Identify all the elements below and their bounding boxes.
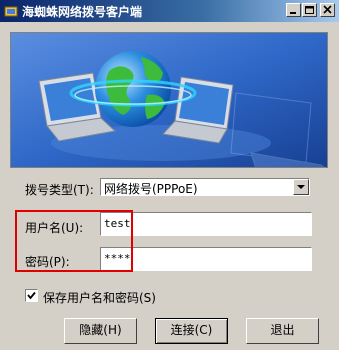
banner-illustration bbox=[11, 33, 327, 167]
close-icon bbox=[323, 5, 332, 14]
dropdown-button[interactable] bbox=[293, 179, 309, 195]
dial-type-label: 拨号类型(T): bbox=[25, 183, 94, 197]
minimize-button[interactable] bbox=[286, 3, 301, 17]
credentials-highlight bbox=[15, 210, 133, 272]
title-bar[interactable]: 海蜘蛛网络拨号客户端 bbox=[0, 0, 339, 22]
maximize-button[interactable] bbox=[302, 3, 317, 17]
dropdown-arrow-icon bbox=[297, 185, 305, 189]
close-button[interactable] bbox=[320, 3, 335, 17]
network-banner bbox=[10, 32, 328, 168]
checkmark-icon bbox=[27, 291, 36, 300]
dial-type-value: 网络拨号(PPPoE) bbox=[104, 182, 198, 196]
minimize-icon bbox=[290, 12, 296, 14]
save-credentials-checkbox[interactable] bbox=[25, 289, 38, 302]
save-credentials-label[interactable]: 保存用户名和密码(S) bbox=[43, 289, 156, 306]
exit-button[interactable]: 退出 bbox=[246, 318, 319, 344]
maximize-icon bbox=[305, 6, 314, 14]
dial-type-select[interactable]: 网络拨号(PPPoE) bbox=[100, 178, 310, 196]
connect-button[interactable]: 连接(C) bbox=[155, 318, 228, 344]
app-icon bbox=[4, 6, 18, 17]
hide-button[interactable]: 隐藏(H) bbox=[64, 318, 137, 344]
dialer-window: 海蜘蛛网络拨号客户端 拨号类型(T): 网络拨号(PPPoE) 用户名(U): … bbox=[0, 0, 339, 350]
window-title: 海蜘蛛网络拨号客户端 bbox=[22, 5, 143, 19]
